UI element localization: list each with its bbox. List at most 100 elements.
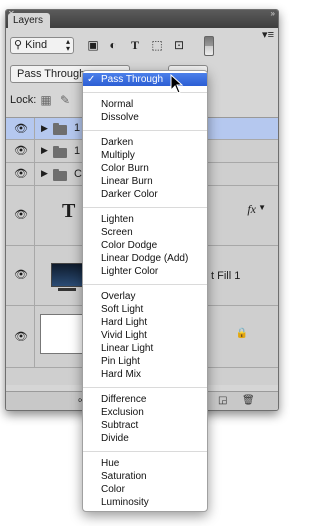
blend-mode-value: Pass Through <box>17 68 86 80</box>
blend-mode-label: Linear Light <box>101 343 154 354</box>
blend-mode-label: Pass Through <box>101 74 164 85</box>
type-layer-icon: T <box>62 200 76 222</box>
blend-mode-label: Luminosity <box>101 497 149 508</box>
menu-separator <box>83 387 207 388</box>
kind-select-label: Kind <box>25 39 48 51</box>
layer-name: 1 <box>74 145 81 157</box>
blend-mode-option[interactable]: Hue <box>83 457 207 470</box>
blend-mode-menu: ✓ Pass Through Normal Dissolve Darken Multipl… <box>82 70 208 512</box>
blend-mode-label: Color <box>101 484 125 495</box>
folder-icon <box>53 169 67 181</box>
adjustment-filter-icon[interactable]: ◐ <box>106 38 120 52</box>
blend-mode-label: Darken <box>101 137 134 148</box>
blend-mode-option[interactable]: Screen <box>83 226 207 239</box>
blend-mode-label: Difference <box>101 394 147 405</box>
eye-icon[interactable]: 👁 <box>14 210 28 221</box>
blend-mode-label: Lighter Color <box>101 266 159 277</box>
blend-mode-option[interactable]: Divide <box>83 432 207 445</box>
layer-name: t Fill 1 <box>211 270 241 282</box>
blend-mode-label: Hard Light <box>101 317 148 328</box>
blend-mode-label: Color Burn <box>101 163 149 174</box>
type-filter-icon[interactable]: T <box>128 38 142 52</box>
kind-filter-select[interactable]: ⚲ Kind ▴ ▾ <box>10 37 74 54</box>
lock-brush-icon[interactable]: ✎ <box>58 93 72 107</box>
blend-mode-label: Exclusion <box>101 407 144 418</box>
blend-mode-option[interactable]: ✓ Pass Through <box>83 73 207 86</box>
blend-mode-option[interactable]: Exclusion <box>83 406 207 419</box>
blend-mode-label: Divide <box>101 433 129 444</box>
filter-row: ⚲ Kind ▴ ▾ ▣ ◐ T ⬚ ⊡ <box>6 34 278 58</box>
lock-icon: 🔒 <box>235 328 248 339</box>
blend-mode-option[interactable]: Lighten <box>83 213 207 226</box>
blend-mode-label: Hue <box>101 458 120 469</box>
menu-separator <box>83 130 207 131</box>
blend-mode-option[interactable]: Linear Burn <box>83 175 207 188</box>
collapse-icon[interactable]: » <box>271 10 275 18</box>
blend-mode-label: Pin Light <box>101 356 140 367</box>
blend-mode-option[interactable]: Saturation <box>83 470 207 483</box>
new-layer-icon[interactable]: ◲ <box>218 395 227 406</box>
blend-mode-label: Vivid Light <box>101 330 147 341</box>
expand-triangle-icon[interactable]: ▶ <box>41 168 48 179</box>
blend-mode-option[interactable]: Color Burn <box>83 162 207 175</box>
layer-name: C <box>74 168 82 180</box>
eye-icon[interactable]: 👁 <box>14 169 28 180</box>
blend-mode-option[interactable]: Dissolve <box>83 111 207 124</box>
layer-thumbnail <box>51 263 83 287</box>
fx-icon[interactable]: fx <box>247 202 256 217</box>
blend-mode-label: Normal <box>101 99 134 110</box>
lock-transparent-icon[interactable]: ▦ <box>39 93 53 107</box>
blend-mode-option[interactable]: Normal <box>83 98 207 111</box>
filter-toggle[interactable] <box>204 36 214 56</box>
shape-filter-icon[interactable]: ⬚ <box>150 38 164 52</box>
blend-mode-label: Lighten <box>101 214 134 225</box>
blend-mode-option[interactable]: Subtract <box>83 419 207 432</box>
mouse-cursor-icon <box>170 74 184 94</box>
blend-mode-option[interactable]: Hard Light <box>83 316 207 329</box>
eye-icon[interactable]: 👁 <box>14 124 28 135</box>
blend-mode-option[interactable]: Color <box>83 483 207 496</box>
eye-icon[interactable]: 👁 <box>14 270 28 281</box>
eye-icon[interactable]: 👁 <box>14 146 28 157</box>
blend-mode-option[interactable]: Soft Light <box>83 303 207 316</box>
menu-separator <box>83 92 207 93</box>
blend-mode-option[interactable]: Vivid Light <box>83 329 207 342</box>
blend-mode-option[interactable]: Lighter Color <box>83 265 207 278</box>
blend-mode-option[interactable]: Darker Color <box>83 188 207 201</box>
tab-layers[interactable]: Layers <box>8 13 50 28</box>
menu-separator <box>83 207 207 208</box>
blend-mode-option[interactable]: Darken <box>83 136 207 149</box>
folder-icon <box>53 123 67 135</box>
blend-mode-option[interactable]: Overlay <box>83 290 207 303</box>
search-icon: ⚲ <box>14 39 23 51</box>
blend-mode-option[interactable]: Difference <box>83 393 207 406</box>
blend-mode-label: Color Dodge <box>101 240 158 251</box>
blend-mode-option[interactable]: Linear Light <box>83 342 207 355</box>
layer-name: 1 <box>74 122 81 134</box>
blend-mode-label: Linear Dodge (Add) <box>101 253 189 264</box>
smart-object-filter-icon[interactable]: ⊡ <box>172 38 186 52</box>
blend-mode-label: Overlay <box>101 291 136 302</box>
blend-mode-label: Darker Color <box>101 189 158 200</box>
eye-icon[interactable]: 👁 <box>14 332 28 343</box>
expand-triangle-icon[interactable]: ▶ <box>41 145 48 156</box>
folder-icon <box>53 146 67 158</box>
image-filter-icon[interactable]: ▣ <box>86 38 100 52</box>
menu-separator <box>83 451 207 452</box>
chevron-down-icon[interactable]: ▼ <box>258 203 266 212</box>
blend-mode-label: Linear Burn <box>101 176 153 187</box>
lock-label: Lock: <box>10 94 37 106</box>
expand-triangle-icon[interactable]: ▶ <box>41 123 48 134</box>
trash-icon[interactable]: 🗑 <box>242 395 255 406</box>
blend-mode-option[interactable]: Linear Dodge (Add) <box>83 252 207 265</box>
blend-mode-label: Saturation <box>101 471 147 482</box>
blend-mode-option[interactable]: Multiply <box>83 149 207 162</box>
chevron-updown-icon: ▴ ▾ <box>65 37 70 53</box>
blend-mode-label: Hard Mix <box>101 369 142 380</box>
blend-mode-option[interactable]: Luminosity <box>83 496 207 509</box>
blend-mode-label: Dissolve <box>101 112 139 123</box>
blend-mode-option[interactable]: Pin Light <box>83 355 207 368</box>
blend-mode-option[interactable]: Hard Mix <box>83 368 207 381</box>
blend-mode-option[interactable]: Color Dodge <box>83 239 207 252</box>
tab-layers-label: Layers <box>13 15 44 26</box>
